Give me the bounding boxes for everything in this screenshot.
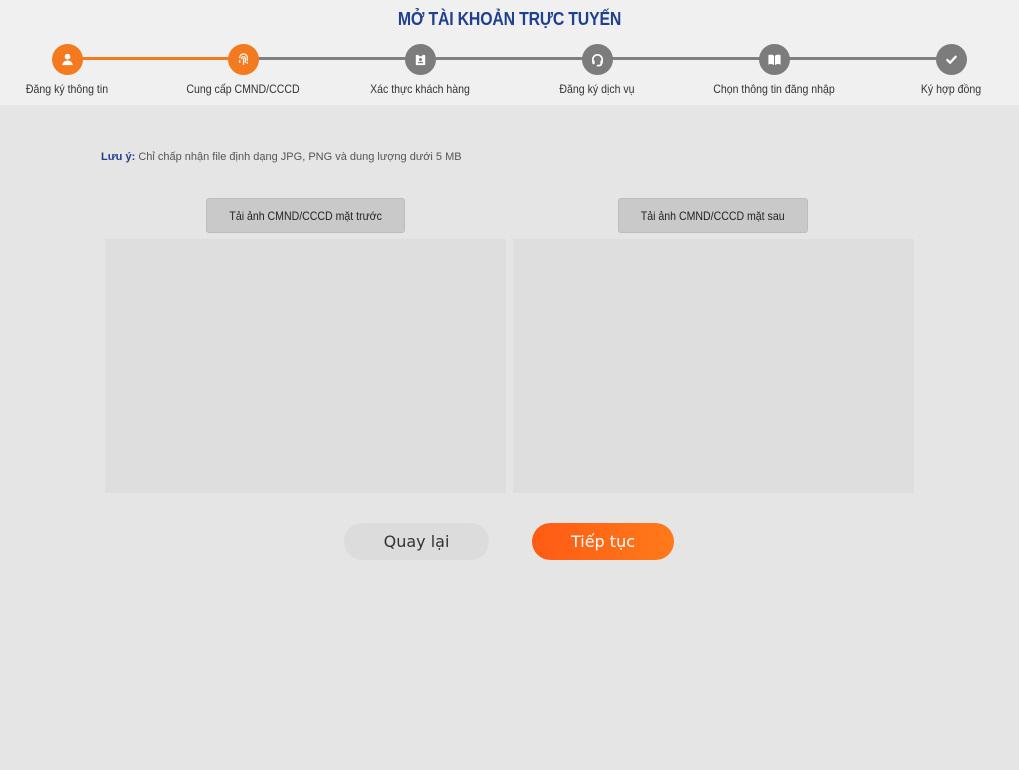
step-label: Cung cấp CMND/CCCD — [186, 82, 300, 96]
back-button[interactable]: Quay lại — [344, 523, 489, 560]
step-register-service[interactable]: Đăng ký dịch vụ — [517, 44, 677, 96]
upload-front-button[interactable]: Tải ảnh CMND/CCCD mặt trước — [206, 198, 405, 233]
page-title: MỞ TÀI KHOẢN TRỰC TUYẾN — [397, 9, 622, 29]
step-label: Đăng ký dịch vụ — [559, 82, 635, 96]
book-icon — [758, 44, 790, 75]
back-image-preview[interactable] — [513, 239, 914, 493]
file-requirement-note: Lưu ý: Chỉ chấp nhận file định dạng JPG,… — [101, 151, 462, 163]
step-verify-customer[interactable]: Xác thực khách hàng — [340, 44, 500, 96]
upload-front-label: Tải ảnh CMND/CCCD mặt trước — [229, 208, 382, 223]
front-image-preview[interactable] — [105, 239, 506, 493]
continue-button[interactable]: Tiếp tục — [532, 523, 674, 560]
id-badge-icon — [404, 44, 436, 75]
user-icon — [51, 44, 83, 75]
step-label: Chọn thông tin đăng nhập — [713, 82, 835, 96]
step-sign-contract[interactable]: Ký hợp đồng — [871, 44, 1019, 96]
fingerprint-icon — [227, 44, 259, 75]
upload-back-button[interactable]: Tải ảnh CMND/CCCD mặt sau — [618, 198, 808, 233]
step-choose-login[interactable]: Chọn thông tin đăng nhập — [694, 44, 854, 96]
step-label: Xác thực khách hàng — [370, 82, 470, 96]
step-label: Đăng ký thông tin — [25, 82, 109, 96]
stepper-header: MỞ TÀI KHOẢN TRỰC TUYẾN Đăng ký thông ti… — [0, 0, 1019, 105]
check-icon — [935, 44, 967, 75]
headset-icon — [581, 44, 613, 75]
upload-back-label: Tải ảnh CMND/CCCD mặt sau — [641, 208, 785, 223]
step-register-info[interactable]: Đăng ký thông tin — [0, 44, 147, 96]
note-key: Lưu ý: — [101, 151, 136, 163]
step-label: Ký hợp đồng — [920, 82, 982, 96]
note-text: Chỉ chấp nhận file định dạng JPG, PNG và… — [138, 151, 462, 163]
step-provide-id[interactable]: Cung cấp CMND/CCCD — [163, 44, 323, 96]
